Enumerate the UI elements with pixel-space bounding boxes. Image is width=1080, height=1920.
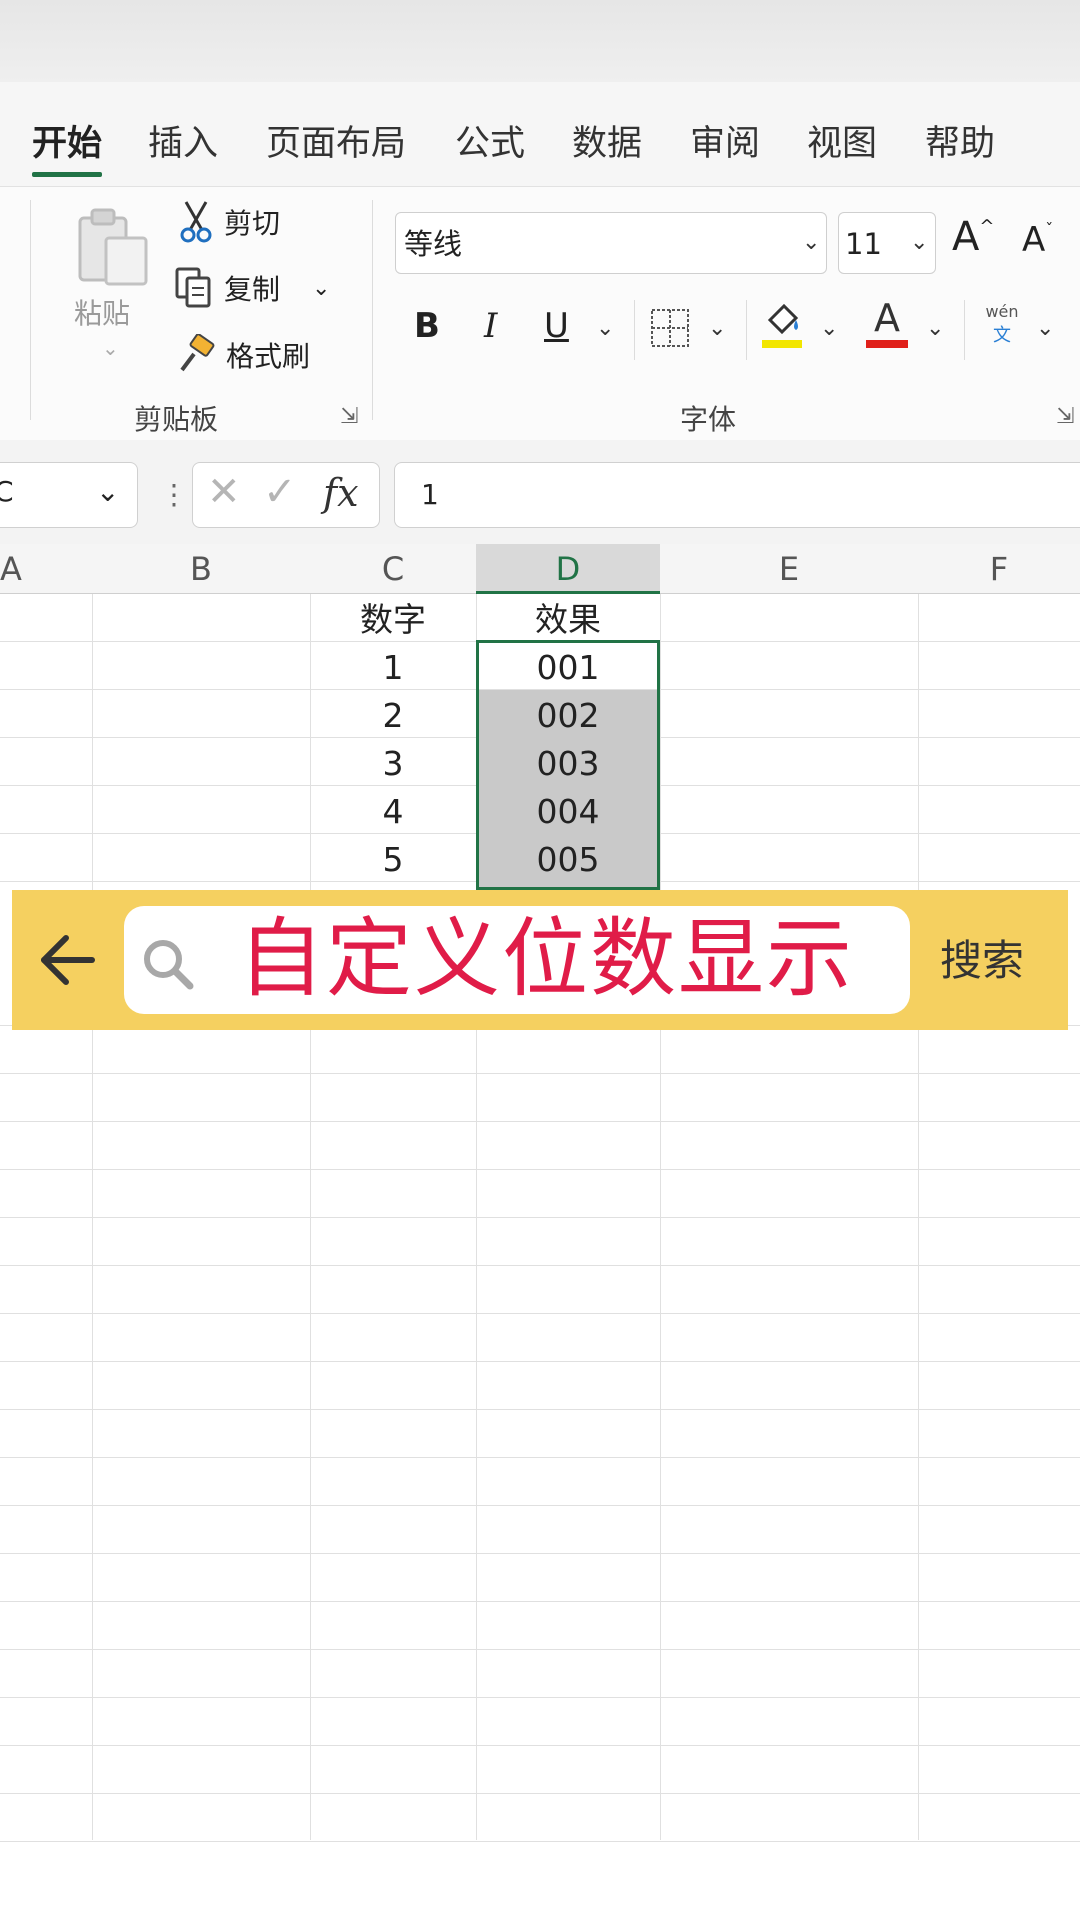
grow-font-icon: A <box>952 214 980 260</box>
formula-buttons: ✕ ✓ fx <box>192 462 380 528</box>
confirm-entry-icon[interactable]: ✓ <box>263 469 297 515</box>
window-top-band <box>0 0 1080 82</box>
cut-button[interactable]: 剪切 <box>178 200 280 244</box>
name-box-value: C <box>0 475 14 508</box>
fill-color-button[interactable] <box>760 300 806 350</box>
phonetic-chevron-icon[interactable]: ⌄ <box>1036 316 1054 341</box>
cell-d2[interactable]: 001 <box>476 644 660 691</box>
shrink-font-icon: A <box>1022 220 1046 260</box>
format-painter-button[interactable]: 格式刷 <box>174 334 310 376</box>
copy-button[interactable]: 复制 ⌄ <box>174 266 330 310</box>
cell-c5[interactable]: 4 <box>310 788 476 835</box>
ribbon-divider <box>372 200 373 420</box>
font-color-button[interactable]: A <box>866 296 912 352</box>
font-color-icon: A <box>874 296 900 340</box>
search-icon <box>138 934 198 994</box>
cell-d4[interactable]: 003 <box>476 740 660 787</box>
copy-chevron-icon[interactable]: ⌄ <box>312 276 330 301</box>
paste-label: 粘贴 <box>74 297 131 330</box>
copy-label: 复制 <box>224 273 281 306</box>
name-box[interactable]: C ⌄ <box>0 462 138 528</box>
italic-button[interactable]: I <box>484 306 497 346</box>
cell-d3[interactable]: 002 <box>476 692 660 739</box>
search-button[interactable]: 搜索 <box>940 934 1024 988</box>
font-divider <box>634 300 635 360</box>
font-launcher-icon[interactable]: ⇲ <box>1056 404 1074 429</box>
bold-button[interactable]: B <box>414 306 440 346</box>
active-tab-indicator <box>32 172 102 177</box>
insert-function-button[interactable]: fx <box>323 471 359 515</box>
cell-d1[interactable]: 效果 <box>476 596 660 643</box>
phonetic-pinyin-label: wén <box>985 302 1019 321</box>
phonetic-char-label: 文 <box>993 325 1011 346</box>
clipboard-group-label: 剪贴板 <box>134 403 219 436</box>
back-arrow-icon[interactable] <box>36 930 98 990</box>
font-divider <box>964 300 965 360</box>
cell-c4[interactable]: 3 <box>310 740 476 787</box>
tab-data[interactable]: 数据 <box>572 122 642 166</box>
formula-bar-grip-icon: ⋮ <box>160 478 188 511</box>
font-name-chevron-icon[interactable]: ⌄ <box>802 230 820 255</box>
cut-label: 剪切 <box>224 207 281 240</box>
cancel-entry-icon[interactable]: ✕ <box>207 469 241 515</box>
tab-home[interactable]: 开始 <box>32 122 102 166</box>
column-header-c[interactable]: C <box>310 544 476 594</box>
clipboard-launcher-icon[interactable]: ⇲ <box>340 404 358 429</box>
phonetic-guide-button[interactable]: wén 文 <box>980 302 1024 347</box>
grow-font-button[interactable]: A^ <box>952 214 994 260</box>
fill-color-chevron-icon[interactable]: ⌄ <box>820 316 838 341</box>
scissors-icon <box>178 200 214 244</box>
formula-input[interactable]: 1 <box>394 462 1080 528</box>
font-group-label: 字体 <box>680 403 737 436</box>
borders-icon[interactable] <box>650 308 690 348</box>
borders-chevron-icon[interactable]: ⌄ <box>708 316 726 341</box>
tab-review[interactable]: 审阅 <box>690 122 760 166</box>
format-painter-label: 格式刷 <box>226 340 311 373</box>
underline-button[interactable]: U <box>544 306 569 346</box>
cell-c1[interactable]: 数字 <box>310 596 476 643</box>
tab-view[interactable]: 视图 <box>807 122 877 166</box>
underline-chevron-icon[interactable]: ⌄ <box>596 316 614 341</box>
font-size-value: 11 <box>845 227 882 261</box>
column-header-e[interactable]: E <box>660 544 918 594</box>
paste-button[interactable]: 粘贴 ⌄ <box>66 200 166 370</box>
name-box-chevron-icon[interactable]: ⌄ <box>96 475 119 508</box>
cell-d6[interactable]: 005 <box>476 836 660 883</box>
cell-c6[interactable]: 5 <box>310 836 476 883</box>
font-color-chevron-icon[interactable]: ⌄ <box>926 316 944 341</box>
tab-formulas[interactable]: 公式 <box>455 122 525 166</box>
tab-help[interactable]: 帮助 <box>925 122 995 166</box>
search-query-text: 自定义位数显示 <box>238 909 854 1009</box>
fill-bucket-icon <box>762 303 802 348</box>
font-divider <box>746 300 747 360</box>
column-header-f[interactable]: F <box>918 544 1080 594</box>
font-size-chevron-icon[interactable]: ⌄ <box>910 230 928 255</box>
shrink-font-button[interactable]: Aˇ <box>1022 220 1053 260</box>
tab-page-layout[interactable]: 页面布局 <box>266 122 406 166</box>
cell-c2[interactable]: 1 <box>310 644 476 691</box>
column-header-a[interactable]: A <box>0 544 92 594</box>
tab-insert[interactable]: 插入 <box>148 122 218 166</box>
ribbon-divider <box>30 200 31 420</box>
font-name-value: 等线 <box>404 227 463 261</box>
clipboard-icon <box>76 208 150 288</box>
column-header-d[interactable]: D <box>476 544 660 594</box>
cell-c3[interactable]: 2 <box>310 692 476 739</box>
column-header-b[interactable]: B <box>92 544 310 594</box>
cell-d5[interactable]: 004 <box>476 788 660 835</box>
copy-icon <box>174 266 214 310</box>
paste-chevron-icon: ⌄ <box>102 336 119 360</box>
font-name-select[interactable]: 等线 <box>395 212 827 274</box>
format-painter-icon <box>174 334 216 376</box>
